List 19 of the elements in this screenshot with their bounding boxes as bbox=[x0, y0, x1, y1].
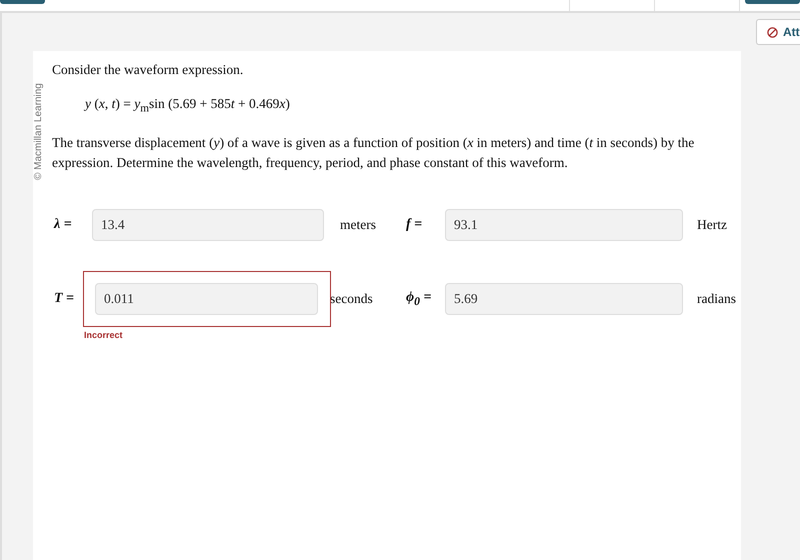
prohibited-icon bbox=[767, 26, 778, 38]
unit-label: seconds bbox=[329, 290, 373, 307]
variable-label: f = bbox=[406, 216, 424, 233]
variable-label: T = bbox=[54, 290, 76, 307]
attempt-button[interactable]: Att bbox=[756, 19, 800, 45]
unit-label: radians bbox=[696, 290, 736, 307]
answer-field[interactable]: 93.1 bbox=[445, 208, 683, 241]
intro-text: Consider the waveform expression. bbox=[52, 61, 244, 79]
variable-label: λ = bbox=[54, 216, 73, 233]
copyright-notice: © Macmillan Learning bbox=[33, 82, 45, 180]
answer-field[interactable]: 5.69 bbox=[445, 282, 683, 315]
unit-label: meters bbox=[339, 216, 376, 233]
unit-label: Hertz bbox=[696, 216, 727, 233]
answer-field[interactable]: 0.011 bbox=[95, 282, 318, 315]
answer-field[interactable]: 13.4 bbox=[92, 208, 324, 241]
question-text: The transverse displacement (y) of a wave is given as a function of position (x in meters) and time (t in seconds) by the expression. Determine the wavelength, frequency, period, and phase constant of this waveform. bbox=[52, 134, 696, 172]
variable-label: ϕ$_{0}$ = bbox=[406, 290, 432, 308]
feedback-text: Incorrect bbox=[84, 330, 123, 340]
equation: y (x, t) = y$_{m}$sin (5.69 + 585t + 0.469x) bbox=[85, 95, 291, 117]
